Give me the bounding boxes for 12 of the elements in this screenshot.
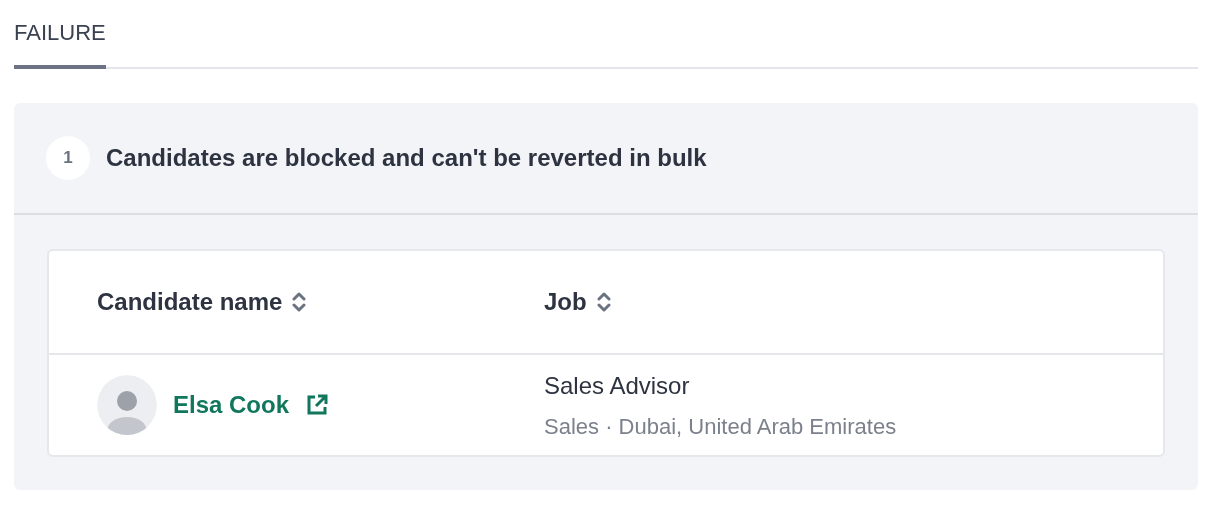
external-link-icon[interactable] [305,393,330,417]
failure-message: Candidates are blocked and can't be reverted in bulk [106,143,707,173]
avatar-icon [97,375,157,435]
sort-icon[interactable] [596,291,611,313]
column-header[interactable]: Job [544,284,587,320]
sort-icon[interactable] [292,291,307,313]
job-title: Sales Advisor [544,370,691,401]
candidate-link[interactable]: Elsa Cook [173,387,290,423]
tab[interactable]: FAILURE [14,16,106,69]
job-details: Sales · Dubai, United Arab Emirates [544,412,897,441]
count-badge: 1 [46,136,90,180]
column-header[interactable]: Candidate name [97,284,283,320]
